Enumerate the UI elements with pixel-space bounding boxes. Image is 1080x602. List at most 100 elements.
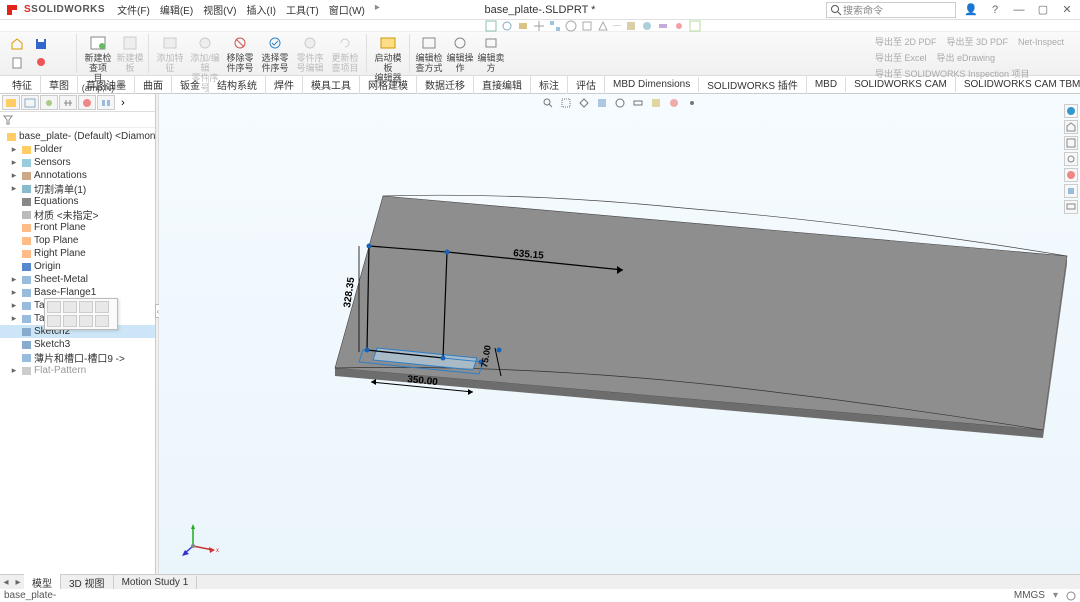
- command-search-input[interactable]: 搜索命令: [826, 2, 956, 18]
- tab-sw-addins[interactable]: SOLIDWORKS 插件: [699, 75, 807, 94]
- panel-tab-property[interactable]: [21, 95, 39, 110]
- panel-tab-config[interactable]: [40, 95, 58, 110]
- tab-mbd-dims[interactable]: MBD Dimensions: [605, 77, 699, 92]
- save-icon[interactable]: [30, 35, 52, 53]
- bottom-tab-model[interactable]: 模型: [24, 574, 61, 591]
- tree-root[interactable]: base_plate- (Default) <Diamond T: [0, 130, 155, 143]
- taskpane-resources-icon[interactable]: [1064, 104, 1078, 118]
- tab-weldment[interactable]: 焊件: [266, 75, 303, 94]
- help-icon[interactable]: ?: [986, 2, 1004, 18]
- panel-tab-appear[interactable]: [78, 95, 96, 110]
- tree-item[interactable]: Top Plane: [0, 234, 155, 247]
- panel-expand-icon[interactable]: ›: [116, 95, 130, 110]
- tab-sw-cam[interactable]: SOLIDWORKS CAM: [846, 77, 956, 92]
- qat-icon[interactable]: [625, 20, 637, 32]
- view-scene-icon[interactable]: [648, 96, 664, 110]
- ribbon-edit-op[interactable]: 编辑操作: [445, 34, 475, 73]
- taskpane-design-icon[interactable]: [1064, 136, 1078, 150]
- tree-item[interactable]: ▸Flat-Pattern: [0, 364, 155, 377]
- qat-icon[interactable]: [641, 20, 653, 32]
- tree-item[interactable]: 薄片和槽口-槽口9 ->: [0, 351, 155, 364]
- close-icon[interactable]: ✕: [1058, 2, 1076, 18]
- panel-tab-feature-tree[interactable]: [2, 95, 20, 110]
- ctx-btn-icon[interactable]: [63, 315, 77, 327]
- export-netinspect[interactable]: Net-Inspect: [1016, 36, 1066, 48]
- qat-icon[interactable]: [581, 20, 593, 32]
- tree-item[interactable]: ▸Sheet-Metal: [0, 273, 155, 286]
- ctx-btn-icon[interactable]: [79, 301, 93, 313]
- view-section-icon[interactable]: [594, 96, 610, 110]
- tab-sketch[interactable]: 草图: [41, 75, 78, 94]
- qat-icon[interactable]: [657, 20, 669, 32]
- user-icon[interactable]: 👤: [962, 2, 980, 18]
- taskpane-home-icon[interactable]: [1064, 120, 1078, 134]
- ctx-btn-icon[interactable]: [47, 315, 61, 327]
- tree-item[interactable]: Origin: [0, 260, 155, 273]
- view-appearance-icon[interactable]: [666, 96, 682, 110]
- qat-icon[interactable]: [485, 20, 497, 32]
- taskpane-appear-icon[interactable]: [1064, 168, 1078, 182]
- qat-icon[interactable]: [549, 20, 561, 32]
- qat-icon[interactable]: [673, 20, 685, 32]
- tree-item[interactable]: ▸Sensors: [0, 156, 155, 169]
- status-icon[interactable]: [1066, 591, 1076, 601]
- status-units[interactable]: MMGS: [1014, 590, 1045, 601]
- export-edrawing[interactable]: 导出 eDrawing: [934, 50, 997, 65]
- tab-mbd[interactable]: MBD: [807, 77, 846, 92]
- home-icon[interactable]: [6, 35, 28, 53]
- bottom-tab-3dview[interactable]: 3D 视图: [61, 574, 114, 591]
- ribbon-edit-check[interactable]: 编辑检查方式: [414, 34, 444, 73]
- tab-scroll-left-icon[interactable]: ◂: [0, 577, 12, 588]
- tab-direct-edit[interactable]: 直接编辑: [474, 75, 531, 94]
- view-orient-icon[interactable]: [576, 96, 592, 110]
- tree-item[interactable]: ▸Folder: [0, 143, 155, 156]
- tab-data-migrate[interactable]: 数据迁移: [417, 75, 474, 94]
- tab-scroll-right-icon[interactable]: ▸: [12, 577, 24, 588]
- ribbon-edit-sell[interactable]: 编辑卖方: [476, 34, 506, 73]
- ribbon-remove-seq[interactable]: 移除零件序号: [223, 34, 257, 73]
- tree-item[interactable]: 材质 <未指定>: [0, 208, 155, 221]
- ctx-btn-icon[interactable]: [95, 301, 109, 313]
- tree-item[interactable]: Front Plane: [0, 221, 155, 234]
- view-zoom-fit-icon[interactable]: [540, 96, 556, 110]
- context-toolbar[interactable]: [44, 298, 118, 330]
- qat-icon[interactable]: [533, 20, 545, 32]
- menu-view[interactable]: 视图(V): [199, 0, 240, 19]
- qat-icon[interactable]: [501, 20, 513, 32]
- tab-mesh[interactable]: 网格建模: [360, 75, 417, 94]
- orientation-triad-icon[interactable]: x: [179, 520, 219, 560]
- bottom-tab-motion[interactable]: Motion Study 1: [114, 576, 198, 589]
- view-zoom-area-icon[interactable]: [558, 96, 574, 110]
- tab-sheetmetal[interactable]: 钣金: [172, 75, 209, 94]
- ctx-btn-icon[interactable]: [63, 301, 77, 313]
- taskpane-view-icon[interactable]: [1064, 152, 1078, 166]
- qat-icon[interactable]: [517, 20, 529, 32]
- tree-item[interactable]: Right Plane: [0, 247, 155, 260]
- export-excel[interactable]: 导出至 Excel: [873, 50, 929, 65]
- view-settings-icon[interactable]: [684, 96, 700, 110]
- ribbon-select-seq[interactable]: 选择零件序号: [258, 34, 292, 73]
- export-3d-pdf[interactable]: 导出至 3D PDF: [944, 34, 1010, 49]
- taskpane-forum-icon[interactable]: [1064, 200, 1078, 214]
- panel-tab-dim[interactable]: [59, 95, 77, 110]
- filter-icon[interactable]: [2, 114, 14, 126]
- tab-surface[interactable]: 曲面: [135, 75, 172, 94]
- tab-mold[interactable]: 模具工具: [303, 75, 360, 94]
- taskpane-custom-icon[interactable]: [1064, 184, 1078, 198]
- qat-icon[interactable]: [565, 20, 577, 32]
- new-icon[interactable]: [6, 54, 28, 72]
- menu-file[interactable]: 文件(F): [113, 0, 154, 19]
- view-display-icon[interactable]: [612, 96, 628, 110]
- ctx-btn-icon[interactable]: [95, 315, 109, 327]
- qat-icon[interactable]: [597, 20, 609, 32]
- menu-more-icon[interactable]: ▸: [371, 0, 384, 19]
- 3d-viewport[interactable]: 328.35 635.15 350.00 75.00 x: [159, 94, 1080, 588]
- view-hide-icon[interactable]: [630, 96, 646, 110]
- minimize-icon[interactable]: —: [1010, 2, 1028, 18]
- menu-insert[interactable]: 插入(I): [243, 0, 280, 19]
- qat-icon[interactable]: [689, 20, 701, 32]
- export-2d-pdf[interactable]: 导出至 2D PDF: [873, 34, 939, 49]
- ctx-btn-icon[interactable]: [47, 301, 61, 313]
- menu-tools[interactable]: 工具(T): [282, 0, 323, 19]
- menu-edit[interactable]: 编辑(E): [156, 0, 197, 19]
